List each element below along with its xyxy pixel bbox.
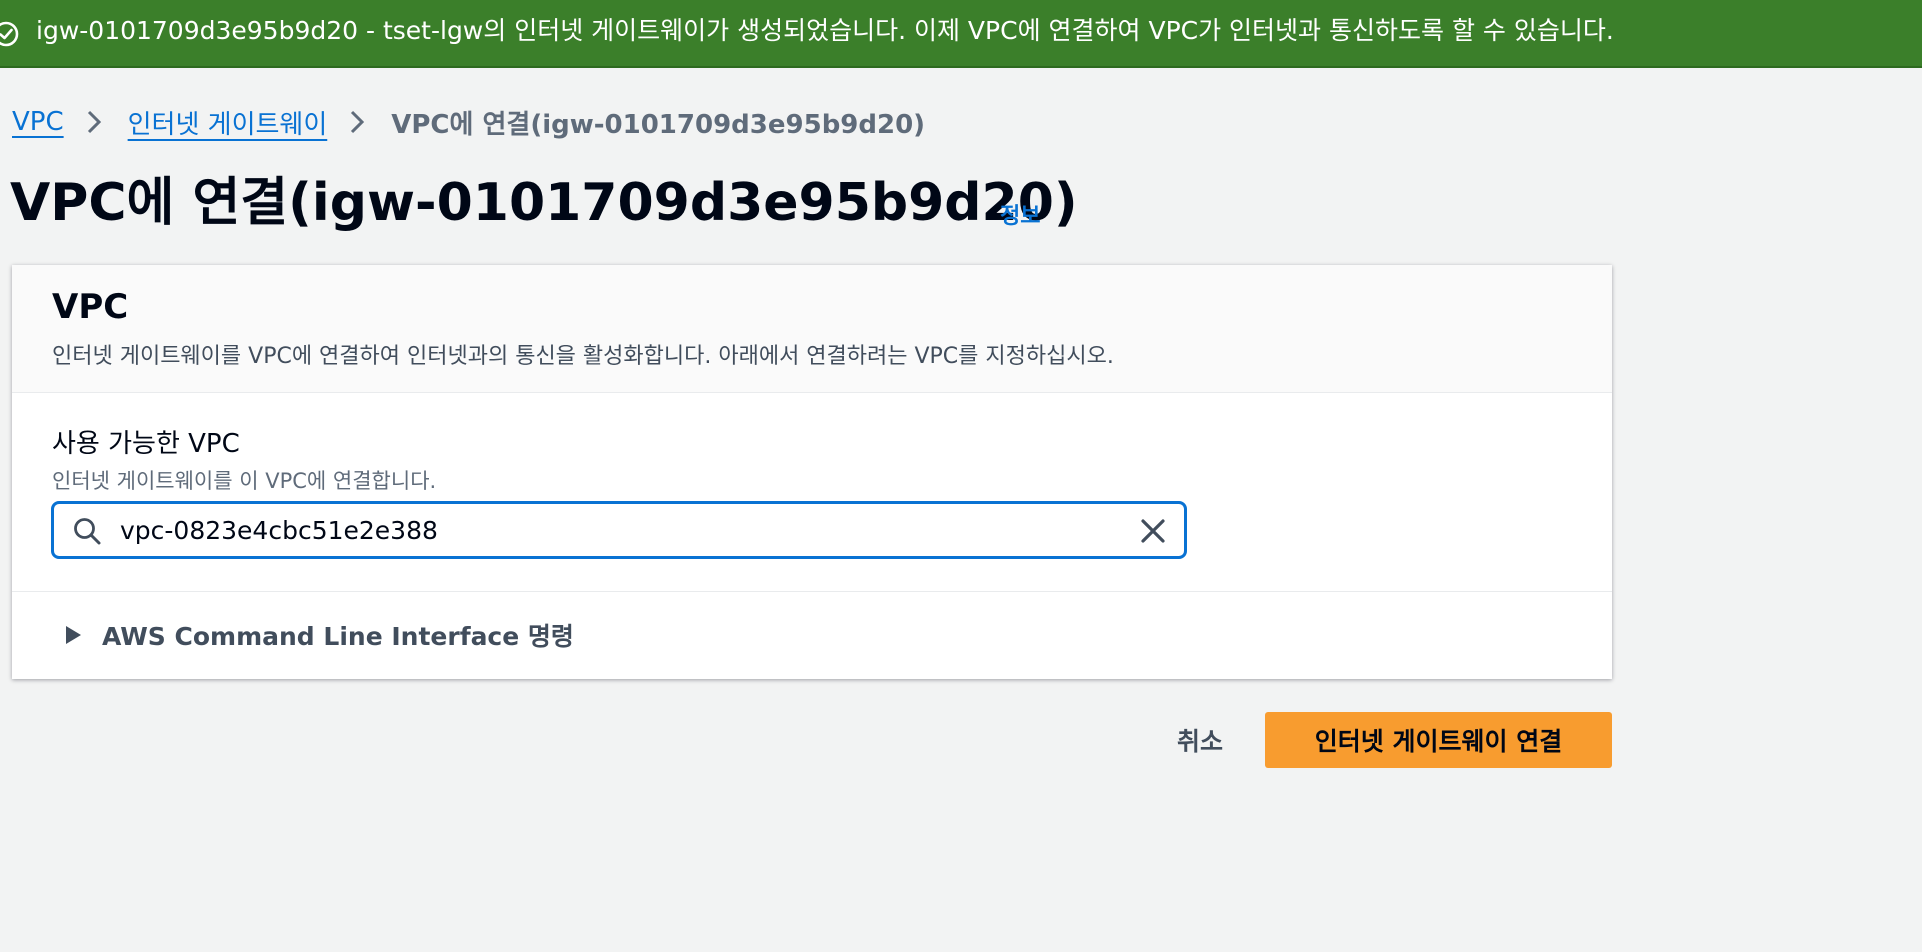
chevron-right-icon bbox=[327, 102, 391, 142]
page-title: VPC에 연결(igw-0101709d3e95b9d20) bbox=[10, 173, 1078, 233]
caret-right-icon bbox=[66, 626, 81, 644]
close-icon[interactable] bbox=[1138, 516, 1168, 546]
check-circle-icon bbox=[0, 21, 19, 47]
chevron-right-icon bbox=[64, 102, 128, 142]
attach-internet-gateway-button[interactable]: 인터넷 게이트웨이 연결 bbox=[1265, 712, 1612, 768]
container-title: VPC bbox=[52, 287, 129, 327]
container-description: 인터넷 게이트웨이를 VPC에 연결하여 인터넷과의 통신을 활성화합니다. 아… bbox=[52, 344, 1114, 369]
breadcrumb-vpc-link[interactable]: VPC bbox=[12, 107, 64, 137]
breadcrumb: VPC 인터넷 게이트웨이 VPC에 연결(igw-0101709d3e95b9… bbox=[12, 102, 925, 142]
vpc-search-input[interactable] bbox=[116, 510, 1116, 550]
section-divider bbox=[12, 591, 1612, 592]
search-icon bbox=[74, 518, 101, 545]
cli-command-expander[interactable]: AWS Command Line Interface 명령 bbox=[62, 615, 574, 655]
cancel-button[interactable]: 취소 bbox=[1150, 712, 1250, 768]
breadcrumb-current: VPC에 연결(igw-0101709d3e95b9d20) bbox=[391, 109, 926, 140]
breadcrumb-internet-gateways-link[interactable]: 인터넷 게이트웨이 bbox=[128, 104, 328, 141]
vpc-autosuggest[interactable] bbox=[51, 501, 1187, 559]
container-header: VPC 인터넷 게이트웨이를 VPC에 연결하여 인터넷과의 통신을 활성화합니… bbox=[12, 265, 1612, 393]
available-vpc-label: 사용 가능한 VPC bbox=[52, 429, 240, 459]
flash-message: igw-0101709d3e95b9d20 - tset-lgw의 인터넷 게이… bbox=[36, 16, 1614, 45]
success-flash-banner: igw-0101709d3e95b9d20 - tset-lgw의 인터넷 게이… bbox=[0, 0, 1922, 68]
expander-label: AWS Command Line Interface 명령 bbox=[102, 622, 574, 651]
vpc-container: VPC 인터넷 게이트웨이를 VPC에 연결하여 인터넷과의 통신을 활성화합니… bbox=[12, 265, 1612, 679]
info-link[interactable]: 정보 bbox=[1000, 198, 1040, 230]
available-vpc-description: 인터넷 게이트웨이를 이 VPC에 연결합니다. bbox=[52, 469, 437, 493]
